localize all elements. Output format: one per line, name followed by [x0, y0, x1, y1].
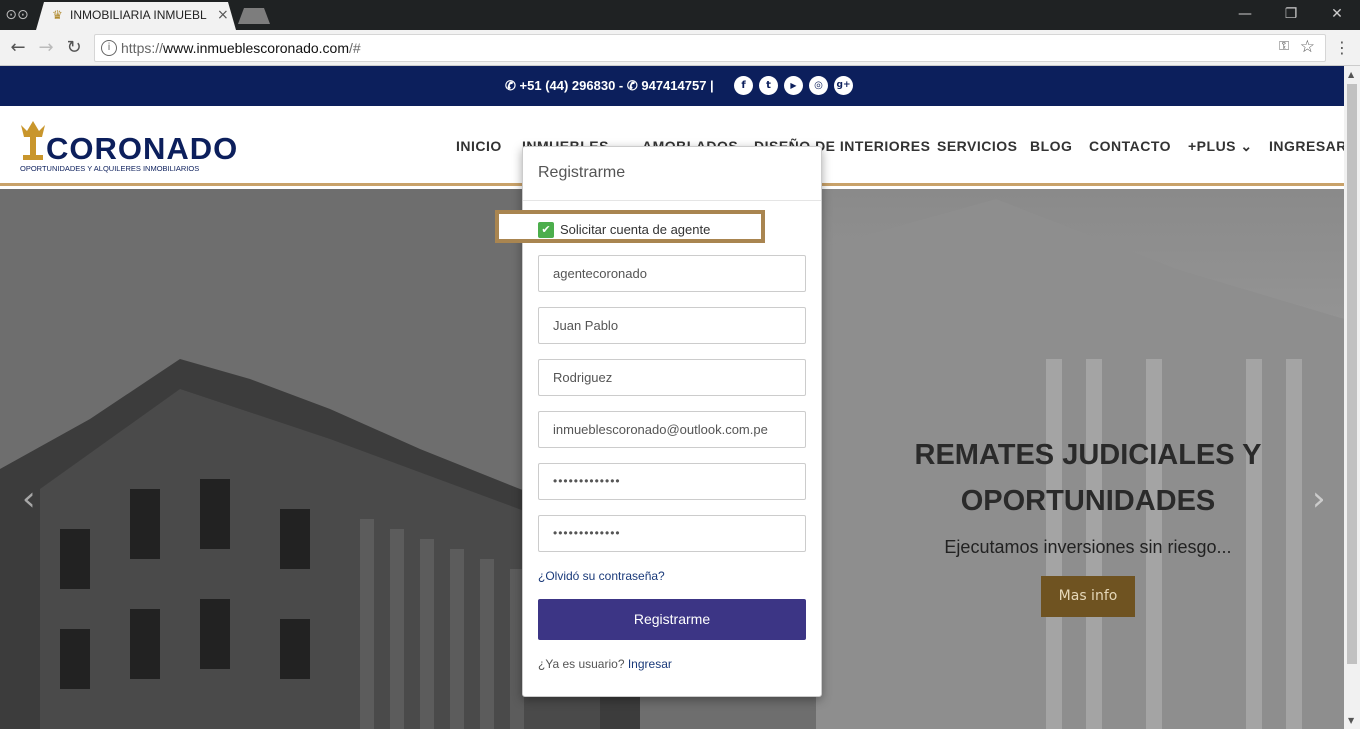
tab-title: INMOBILIARIA INMUEBL [70, 8, 207, 22]
forgot-password-link[interactable]: ¿Olvidó su contraseña? [538, 569, 665, 583]
logo-tagline: OPORTUNIDADES Y ALQUILERES INMOBILIARIOS [20, 164, 200, 173]
google-plus-icon[interactable]: g+ [834, 76, 853, 95]
nav-inicio[interactable]: INICIO [456, 138, 502, 154]
scroll-up-icon[interactable]: ▲ [1348, 70, 1354, 79]
phone-text: +51 (44) 296830 - ✆ 947414757 | [519, 78, 714, 93]
scrollbar-thumb[interactable] [1347, 84, 1357, 664]
nav-blog[interactable]: BLOG [1030, 138, 1072, 154]
phone-numbers: ✆ +51 (44) 296830 - ✆ 947414757 | [505, 78, 714, 94]
twitter-icon[interactable]: t [759, 76, 778, 95]
agent-checkbox[interactable]: ✔ [538, 222, 554, 238]
address-bar[interactable]: i https://www.inmueblescoronado.com/# ⚿ … [94, 34, 1326, 62]
scroll-down-icon[interactable]: ▼ [1348, 716, 1354, 725]
favicon-icon: ♛ [52, 8, 63, 22]
last-name-input[interactable]: Rodriguez [538, 359, 806, 396]
logo-name[interactable]: CORONADO [46, 131, 238, 167]
slider-prev-arrow[interactable]: ‹ [22, 479, 36, 519]
url-suffix: /# [349, 40, 361, 56]
reload-button[interactable]: ↻ [62, 36, 86, 60]
password-confirm-input[interactable]: ••••••••••••• [538, 515, 806, 552]
url-domain: www.inmueblescoronado.com [163, 40, 350, 56]
username-input[interactable]: agentecoronado [538, 255, 806, 292]
mas-info-button[interactable]: Mas info [1041, 576, 1135, 617]
url-prefix: https:// [121, 40, 164, 56]
incognito-icon: ⊙⊙ [5, 7, 29, 23]
page-scrollbar[interactable]: ▲ ▼ [1344, 66, 1360, 729]
browser-toolbar: ← → ↻ i https://www.inmueblescoronado.co… [0, 30, 1360, 66]
bookmark-star-icon[interactable]: ☆ [1300, 37, 1315, 57]
register-dropdown: Registrarme ✔ Solicitar cuenta de agente… [495, 146, 822, 697]
facebook-icon[interactable]: f [734, 76, 753, 95]
register-title: Registrarme [538, 164, 626, 181]
back-button[interactable]: ← [6, 36, 30, 60]
minimize-button[interactable]: — [1222, 0, 1268, 30]
register-submit-button[interactable]: Registrarme [538, 599, 806, 640]
password-input[interactable]: ••••••••••••• [538, 463, 806, 500]
nav-ingresar[interactable]: INGRESAR [1269, 138, 1344, 154]
nav-servicios[interactable]: SERVICIOS [937, 138, 1018, 154]
login-link[interactable]: Ingresar [628, 657, 672, 671]
new-tab-button[interactable] [238, 8, 270, 24]
logo-crown-icon[interactable] [18, 119, 48, 163]
nav-plus[interactable]: +PLUS ⌄ [1188, 138, 1253, 155]
slider-next-arrow[interactable]: › [1312, 479, 1326, 519]
restore-button[interactable]: ❐ [1268, 0, 1314, 30]
agent-checkbox-label[interactable]: Solicitar cuenta de agente [560, 222, 710, 237]
site-info-icon[interactable]: i [101, 40, 117, 56]
forward-button[interactable]: → [34, 36, 58, 60]
hero-title-line2: OPORTUNIDADES [960, 485, 1216, 517]
divider [523, 200, 821, 201]
browser-tabstrip: ⊙⊙ ♛ INMOBILIARIA INMUEBL × — ❐ ✕ [0, 0, 1360, 30]
url-text: https://www.inmueblescoronado.com/# [121, 40, 361, 56]
already-user-label: ¿Ya es usuario? [538, 657, 625, 671]
first-name-input[interactable]: Juan Pablo [538, 307, 806, 344]
browser-tab[interactable]: ♛ INMOBILIARIA INMUEBL × [36, 2, 236, 30]
hero-title-line1: REMATES JUDICIALES Y [914, 439, 1262, 471]
phone-icon: ✆ [505, 78, 516, 93]
page-viewport: ✆ +51 (44) 296830 - ✆ 947414757 | f t ▶ … [0, 66, 1344, 729]
instagram-icon[interactable]: ◎ [809, 76, 828, 95]
tab-close-icon[interactable]: × [217, 7, 229, 23]
nav-contacto[interactable]: CONTACTO [1089, 138, 1171, 154]
contact-bar: ✆ +51 (44) 296830 - ✆ 947414757 | f t ▶ … [0, 66, 1344, 106]
hero-title: REMATES JUDICIALES Y OPORTUNIDADES [880, 432, 1296, 524]
key-icon[interactable]: ⚿ [1279, 39, 1289, 54]
youtube-icon[interactable]: ▶ [784, 76, 803, 95]
email-input[interactable]: inmueblescoronado@outlook.com.pe [538, 411, 806, 448]
already-user-text: ¿Ya es usuario? Ingresar [538, 657, 672, 671]
close-window-button[interactable]: ✕ [1314, 0, 1360, 30]
hero-subtitle: Ejecutamos inversiones sin riesgo... [944, 537, 1232, 557]
browser-menu-icon[interactable]: ⋮ [1334, 38, 1350, 57]
